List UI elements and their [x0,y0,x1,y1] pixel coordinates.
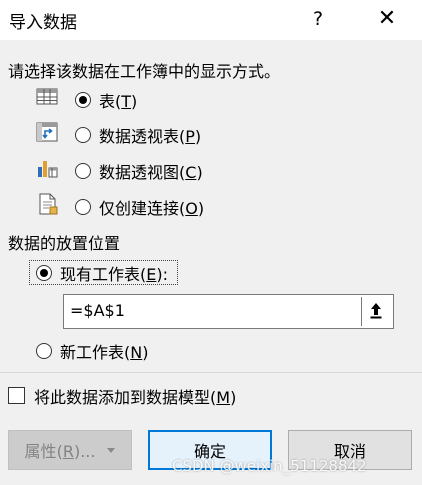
option-table-key: T [121,92,132,111]
dialog-title: 导入数据 [9,13,77,33]
properties-key: R [62,442,74,461]
placement-heading: 数据的放置位置 [8,234,121,253]
radio-connection-only[interactable] [75,199,91,215]
data-model-label[interactable]: 将此数据添加到数据模型(M) [34,384,236,408]
connection-only-icon [39,193,58,215]
option-table-label: 表 [99,92,116,111]
option-new-sheet[interactable]: 新工作表(N) [36,339,148,363]
collapse-dialog-button[interactable] [361,297,391,326]
radio-table[interactable] [75,92,91,108]
range-input[interactable]: =$A$1 [63,294,394,329]
option-existing-sheet-key: E [146,265,157,284]
radio-pivot-table[interactable] [75,127,91,143]
radio-pivot-chart[interactable] [75,163,91,179]
chevron-down-icon [107,447,116,453]
radio-new-sheet[interactable] [36,343,52,359]
option-connection-only-label: 仅创建连接 [99,199,180,218]
option-pivot-table[interactable]: 数据透视表(P) [75,123,201,147]
option-pivot-chart-key: C [185,163,197,182]
properties-button[interactable]: 属性(R)... [8,430,132,470]
data-model-key: M [216,388,231,407]
option-pivot-table-label: 数据透视表 [99,127,180,146]
data-model-label-text: 将此数据添加到数据模型 [34,388,211,407]
option-existing-sheet[interactable]: 现有工作表(E): [36,261,168,285]
option-new-sheet-label: 新工作表 [60,343,125,362]
properties-suffix: ... [80,442,96,461]
table-icon [36,88,58,105]
radio-existing-sheet[interactable] [36,265,52,281]
range-input-value[interactable]: =$A$1 [70,301,125,320]
close-button[interactable]: ✕ [374,6,400,32]
view-prompt: 请选择该数据在工作簿中的显示方式。 [8,62,281,81]
watermark: CSDN @weixin_51128842 [172,457,367,475]
separator [0,372,422,373]
option-existing-sheet-suffix: : [162,265,169,284]
option-pivot-table-key: P [185,127,195,146]
option-table[interactable]: 表(T) [75,88,137,112]
data-model-checkbox[interactable] [8,387,25,404]
option-connection-only-key: O [185,199,198,218]
pivot-chart-icon [38,161,58,178]
option-pivot-chart-label: 数据透视图 [99,163,180,182]
title-bar: 导入数据 ? ✕ [0,0,422,40]
option-connection-only[interactable]: 仅创建连接(O) [75,195,204,219]
option-new-sheet-key: N [130,343,143,362]
pivot-table-icon [36,122,58,142]
help-button[interactable]: ? [305,6,331,32]
option-existing-sheet-label: 现有工作表 [60,265,141,284]
properties-label: 属性 [24,442,57,461]
collapse-arrow-icon [370,303,382,319]
option-pivot-chart[interactable]: 数据透视图(C) [75,159,203,183]
